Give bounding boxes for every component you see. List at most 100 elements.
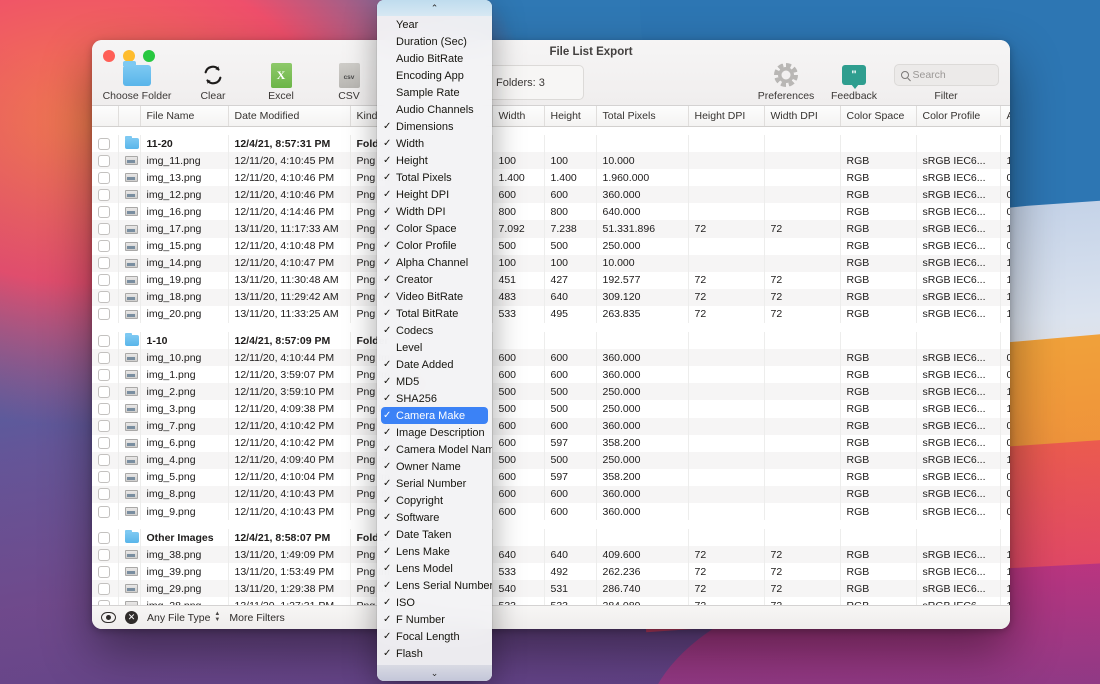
row-checkbox[interactable] (92, 580, 118, 597)
table-row[interactable]: img_2.png12/11/20, 3:59:10 PMPng Image50… (92, 383, 1010, 400)
row-checkbox[interactable] (92, 272, 118, 289)
menu-item-audio-bitrate[interactable]: Audio BitRate (377, 50, 492, 67)
menu-item-duration-sec[interactable]: Duration (Sec) (377, 33, 492, 50)
menu-item-software[interactable]: ✓Software (377, 509, 492, 526)
table-row[interactable]: img_3.png12/11/20, 4:09:38 PMPng Image50… (92, 400, 1010, 417)
col-date-modified[interactable]: Date Modified (228, 106, 350, 126)
menu-item-encoding-app[interactable]: Encoding App (377, 67, 492, 84)
table-row-folder[interactable]: 1-1012/4/21, 8:57:09 PMFolder (92, 332, 1010, 349)
menu-item-focal-length[interactable]: ✓Focal Length (377, 628, 492, 645)
col-color-profile[interactable]: Color Profile (916, 106, 1000, 126)
table-row[interactable]: img_29.png13/11/20, 1:29:38 PMPng Image5… (92, 580, 1010, 597)
more-filters-button[interactable]: More Filters (229, 612, 284, 624)
row-checkbox[interactable] (92, 238, 118, 255)
table-row[interactable]: img_14.png12/11/20, 4:10:47 PMPng Image1… (92, 255, 1010, 272)
col-height-dpi[interactable]: Height DPI (688, 106, 764, 126)
row-checkbox[interactable] (92, 169, 118, 186)
table-row[interactable]: img_11.png12/11/20, 4:10:45 PMPng Image1… (92, 152, 1010, 169)
row-checkbox[interactable] (92, 597, 118, 605)
table-row-folder[interactable]: Other Images12/4/21, 8:58:07 PMFolder (92, 529, 1010, 546)
menu-item-video-bitrate[interactable]: ✓Video BitRate (377, 288, 492, 305)
menu-item-color-profile[interactable]: ✓Color Profile (377, 237, 492, 254)
table-row[interactable]: img_1.png12/11/20, 3:59:07 PMPng Image60… (92, 366, 1010, 383)
row-checkbox[interactable] (92, 152, 118, 169)
row-checkbox[interactable] (92, 306, 118, 323)
col-width-dpi[interactable]: Width DPI (764, 106, 840, 126)
row-checkbox[interactable] (92, 289, 118, 306)
menu-item-creator[interactable]: ✓Creator (377, 271, 492, 288)
table-row[interactable]: img_28.png13/11/20, 1:27:31 PMPng Image5… (92, 597, 1010, 605)
menu-item-lens-model[interactable]: ✓Lens Model (377, 560, 492, 577)
feedback-button[interactable]: " Feedback (822, 62, 886, 102)
menu-item-camera-model-name[interactable]: ✓Camera Model Name (377, 441, 492, 458)
table-row[interactable]: img_10.png12/11/20, 4:10:44 PMPng Image6… (92, 349, 1010, 366)
preferences-button[interactable]: Preferences (754, 62, 818, 102)
table-row[interactable]: img_4.png12/11/20, 4:09:40 PMPng Image50… (92, 452, 1010, 469)
menu-item-copyright[interactable]: ✓Copyright (377, 492, 492, 509)
excel-export-button[interactable]: X Excel (250, 62, 312, 102)
menu-item-serial-number[interactable]: ✓Serial Number (377, 475, 492, 492)
menu-item-sha256[interactable]: ✓SHA256 (377, 390, 492, 407)
menu-item-audio-channels[interactable]: Audio Channels (377, 101, 492, 118)
table-row[interactable]: img_9.png12/11/20, 4:10:43 PMPng Image60… (92, 503, 1010, 520)
search-input[interactable]: Search (894, 64, 999, 86)
row-checkbox[interactable] (92, 546, 118, 563)
choose-folder-button[interactable]: Choose Folder (106, 62, 168, 102)
menu-item-md5[interactable]: ✓MD5 (377, 373, 492, 390)
row-checkbox[interactable] (92, 400, 118, 417)
menu-item-flash[interactable]: ✓Flash (377, 645, 492, 662)
menu-item-total-pixels[interactable]: ✓Total Pixels (377, 169, 492, 186)
file-type-select[interactable]: Any File Type ▲▼ (147, 612, 220, 624)
clear-button[interactable]: Clear (182, 62, 244, 102)
table-row[interactable]: img_8.png12/11/20, 4:10:43 PMPng Image60… (92, 486, 1010, 503)
menu-item-width-dpi[interactable]: ✓Width DPI (377, 203, 492, 220)
col-select-all[interactable] (92, 106, 118, 126)
menu-item-color-space[interactable]: ✓Color Space (377, 220, 492, 237)
table-row[interactable]: img_19.png13/11/20, 11:30:48 AMPng Image… (92, 272, 1010, 289)
table-row[interactable]: img_39.png13/11/20, 1:53:49 PMPng Image4… (92, 563, 1010, 580)
row-checkbox[interactable] (92, 418, 118, 435)
col-height[interactable]: Height (544, 106, 596, 126)
menu-scroll-up[interactable]: ⌃ (377, 0, 492, 16)
col-alpha-channel[interactable]: Alpha Chan... (1000, 106, 1010, 126)
filter-control[interactable]: Search Filter (890, 62, 1002, 102)
row-checkbox[interactable] (92, 135, 118, 152)
menu-item-height-dpi[interactable]: ✓Height DPI (377, 186, 492, 203)
row-checkbox[interactable] (92, 529, 118, 546)
menu-item-alpha-channel[interactable]: ✓Alpha Channel (377, 254, 492, 271)
table-row[interactable]: img_7.png12/11/20, 4:10:42 PMPng Image60… (92, 418, 1010, 435)
column-options-menu[interactable]: ⌃ YearDuration (Sec)Audio BitRateEncodin… (377, 0, 492, 681)
row-checkbox[interactable] (92, 563, 118, 580)
row-checkbox[interactable] (92, 469, 118, 486)
visibility-icon[interactable] (101, 612, 116, 623)
table-row[interactable]: img_15.png12/11/20, 4:10:48 PMPng Image5… (92, 238, 1010, 255)
table-row[interactable]: img_12.png12/11/20, 4:10:46 PMPng Image6… (92, 186, 1010, 203)
row-checkbox[interactable] (92, 255, 118, 272)
row-checkbox[interactable] (92, 452, 118, 469)
col-color-space[interactable]: Color Space (840, 106, 916, 126)
col-total-pixels[interactable]: Total Pixels (596, 106, 688, 126)
menu-item-image-description[interactable]: ✓Image Description (377, 424, 492, 441)
row-checkbox[interactable] (92, 366, 118, 383)
col-file-name[interactable]: File Name (140, 106, 228, 126)
row-checkbox[interactable] (92, 220, 118, 237)
table-row[interactable]: img_38.png13/11/20, 1:49:09 PMPng Image6… (92, 546, 1010, 563)
menu-item-iso[interactable]: ✓ISO (377, 594, 492, 611)
menu-item-owner-name[interactable]: ✓Owner Name (377, 458, 492, 475)
table-row[interactable]: img_20.png13/11/20, 11:33:25 AMPng Image… (92, 306, 1010, 323)
menu-item-lens-serial-number[interactable]: ✓Lens Serial Number (377, 577, 492, 594)
row-checkbox[interactable] (92, 203, 118, 220)
row-checkbox[interactable] (92, 349, 118, 366)
row-checkbox[interactable] (92, 503, 118, 520)
row-checkbox[interactable] (92, 332, 118, 349)
menu-item-date-taken[interactable]: ✓Date Taken (377, 526, 492, 543)
table-row[interactable]: img_16.png12/11/20, 4:14:46 PMPng Image8… (92, 203, 1010, 220)
menu-item-year[interactable]: Year (377, 16, 492, 33)
table-row[interactable]: img_6.png12/11/20, 4:10:42 PMPng Image59… (92, 435, 1010, 452)
menu-item-total-bitrate[interactable]: ✓Total BitRate (377, 305, 492, 322)
col-width[interactable]: Width (492, 106, 544, 126)
table-row[interactable]: img_18.png13/11/20, 11:29:42 AMPng Image… (92, 289, 1010, 306)
row-checkbox[interactable] (92, 383, 118, 400)
menu-item-lens-make[interactable]: ✓Lens Make (377, 543, 492, 560)
menu-item-f-number[interactable]: ✓F Number (377, 611, 492, 628)
